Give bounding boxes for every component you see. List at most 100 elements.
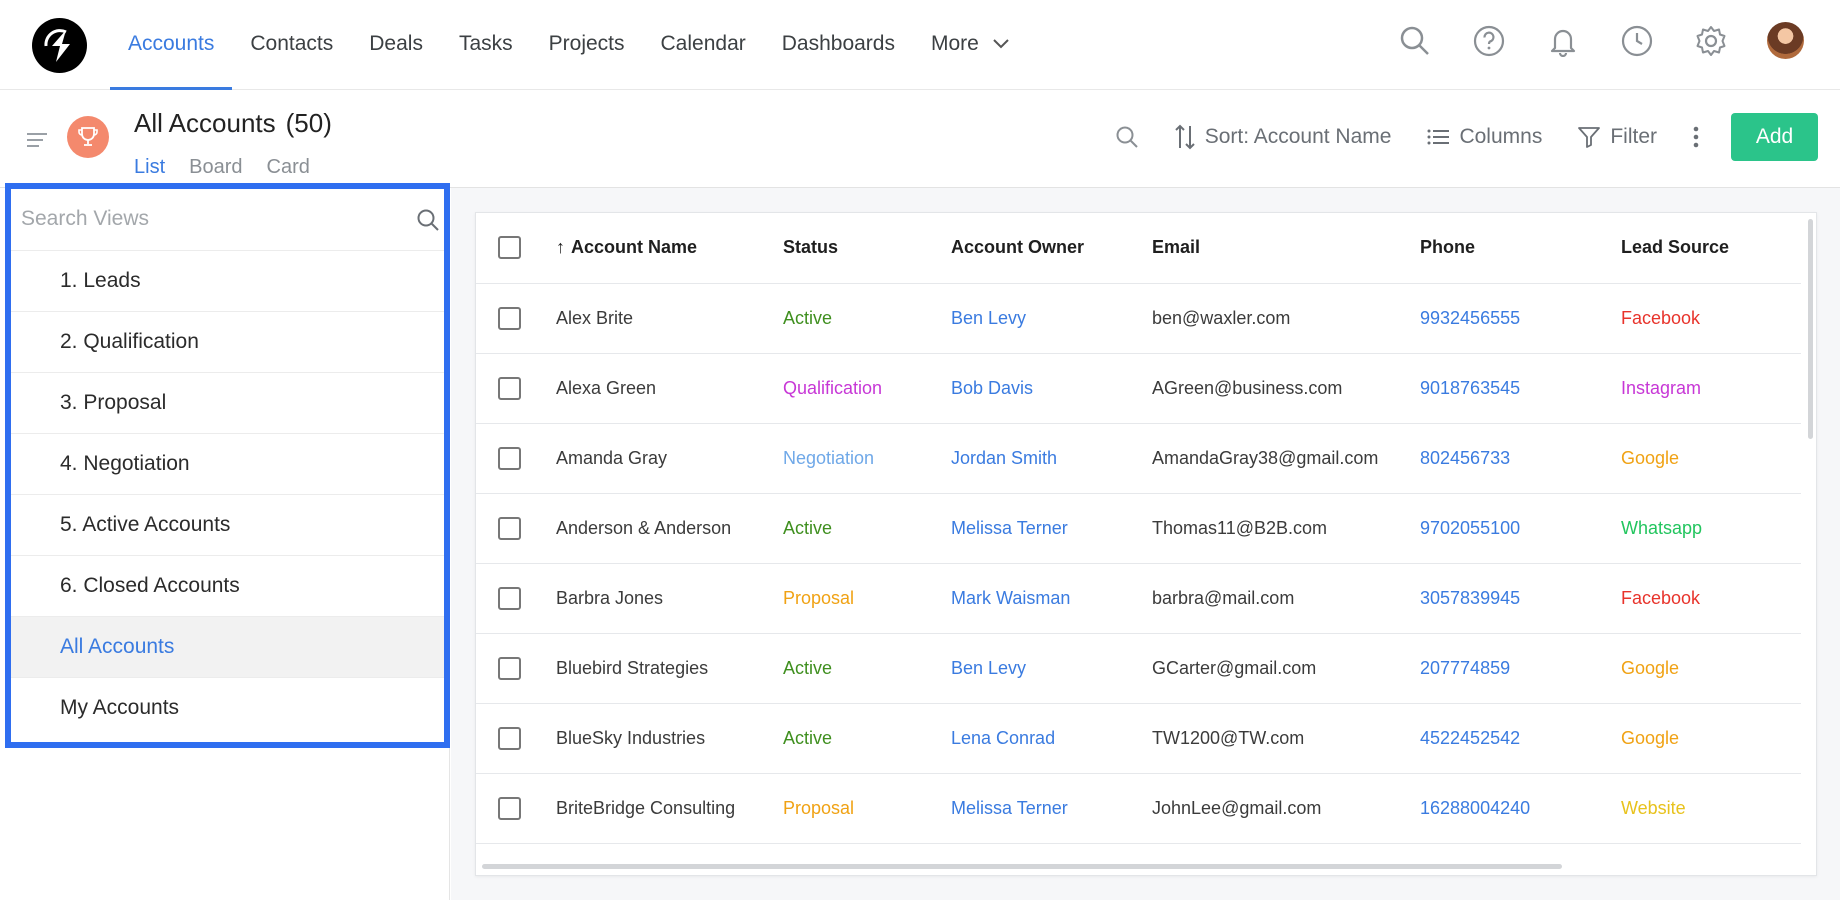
nav-deals[interactable]: Deals	[351, 0, 441, 90]
account-name-cell[interactable]: Bluebird Strategies	[556, 633, 783, 704]
account-owner-link[interactable]: Lena Conrad	[951, 703, 1152, 774]
phone-link[interactable]: 16288004240	[1420, 773, 1621, 844]
tab-list[interactable]: List	[134, 156, 165, 179]
account-owner-link[interactable]: Melissa Terner	[951, 773, 1152, 844]
bell-icon[interactable]	[1545, 23, 1581, 59]
horizontal-scrollbar[interactable]	[482, 864, 1562, 869]
view-item-my-accounts[interactable]: My Accounts	[11, 678, 444, 739]
app-logo[interactable]	[32, 18, 87, 73]
account-name-cell[interactable]: Amanda Gray	[556, 423, 783, 494]
lead-source-cell: Facebook	[1621, 283, 1801, 354]
page-title: All Accounts (50)	[134, 108, 332, 139]
account-name-cell[interactable]: BlueSky Industries	[556, 703, 783, 774]
nav-tasks[interactable]: Tasks	[441, 0, 531, 90]
view-item-closed-accounts[interactable]: 6. Closed Accounts	[11, 556, 444, 617]
row-select-cell	[476, 353, 556, 424]
account-name-cell[interactable]: Alex Brite	[556, 283, 783, 354]
menu-toggle-icon[interactable]	[27, 132, 47, 153]
view-item-active-accounts[interactable]: 5. Active Accounts	[11, 495, 444, 556]
account-name-cell[interactable]: Alexa Green	[556, 353, 783, 424]
account-owner-link[interactable]: Mark Waisman	[951, 563, 1152, 634]
column-header-phone[interactable]: Phone	[1420, 213, 1621, 284]
phone-link[interactable]: 4522452542	[1420, 703, 1621, 774]
search-views-input[interactable]	[11, 189, 444, 249]
account-owner-link[interactable]: Jordan Smith	[951, 423, 1152, 494]
phone-link[interactable]: 207774859	[1420, 633, 1621, 704]
view-item-all-accounts[interactable]: All Accounts	[11, 617, 444, 678]
table-row[interactable]: Alexa Green Qualification Bob Davis AGreen@…	[476, 353, 1801, 424]
help-icon[interactable]	[1471, 23, 1507, 59]
search-icon[interactable]	[416, 208, 440, 237]
column-header-account-name[interactable]: ↑ Account Name	[556, 213, 783, 284]
columns-button[interactable]: Columns	[1427, 125, 1542, 149]
account-name-cell[interactable]: Anderson & Anderson	[556, 493, 783, 564]
nav-dashboards[interactable]: Dashboards	[764, 0, 913, 90]
table-row[interactable]: Anderson & Anderson Active Melissa Terner T…	[476, 493, 1801, 564]
table-row[interactable]: Barbra Jones Proposal Mark Waisman barbra@m…	[476, 563, 1801, 634]
view-item-proposal[interactable]: 3. Proposal	[11, 373, 444, 434]
sort-button[interactable]: Sort: Account Name	[1174, 124, 1391, 150]
row-checkbox[interactable]	[498, 446, 521, 470]
row-checkbox[interactable]	[498, 726, 521, 750]
avatar[interactable]	[1767, 22, 1804, 59]
view-item-leads[interactable]: 1. Leads	[11, 251, 444, 312]
account-name-cell[interactable]: Barbra Jones	[556, 563, 783, 634]
phone-link[interactable]: 9702055100	[1420, 493, 1621, 564]
toolbar-search-button[interactable]	[1115, 125, 1139, 149]
clock-icon[interactable]	[1619, 23, 1655, 59]
account-owner-link[interactable]: Ben Levy	[951, 283, 1152, 354]
row-checkbox[interactable]	[498, 586, 521, 610]
column-header-lead-source[interactable]: Lead Source	[1621, 213, 1801, 284]
view-item-negotiation[interactable]: 4. Negotiation	[11, 434, 444, 495]
row-select-cell	[476, 773, 556, 844]
trophy-icon	[67, 116, 109, 158]
account-owner-link[interactable]: Ben Levy	[951, 633, 1152, 704]
column-header-email[interactable]: Email	[1152, 213, 1420, 284]
table-row[interactable]: Alex Brite Active Ben Levy ben@waxler.com 99…	[476, 283, 1801, 354]
columns-label: Columns	[1459, 125, 1543, 148]
row-checkbox[interactable]	[498, 306, 521, 330]
table-row[interactable]: BlueSky Industries Active Lena Conrad TW120…	[476, 703, 1801, 774]
row-select-cell	[476, 283, 556, 354]
row-checkbox[interactable]	[498, 376, 521, 400]
vertical-scrollbar[interactable]	[1808, 219, 1813, 439]
phone-link[interactable]: 802456733	[1420, 423, 1621, 494]
email-cell: ben@waxler.com	[1152, 283, 1420, 354]
tab-board[interactable]: Board	[189, 156, 242, 179]
gear-icon[interactable]	[1693, 23, 1729, 59]
nav-contacts[interactable]: Contacts	[232, 0, 351, 90]
table-row[interactable]: Amanda Gray Negotiation Jordan Smith Amanda…	[476, 423, 1801, 494]
table-row[interactable]: Bluebird Strategies Active Ben Levy GCarter…	[476, 633, 1801, 704]
accounts-grid: ↑ Account Name Status Account Owner Email…	[475, 212, 1817, 876]
select-all-checkbox[interactable]	[498, 236, 521, 260]
column-header-account-owner[interactable]: Account Owner	[951, 213, 1152, 284]
add-button[interactable]: Add	[1731, 113, 1818, 161]
nav-more[interactable]: More	[913, 0, 1027, 90]
nav-projects[interactable]: Projects	[531, 0, 643, 90]
column-header-status[interactable]: Status	[783, 213, 951, 284]
filter-button[interactable]: Filter	[1578, 125, 1657, 149]
phone-link[interactable]: 9018763545	[1420, 353, 1621, 424]
view-item-qualification[interactable]: 2. Qualification	[11, 312, 444, 373]
account-name-cell[interactable]: BriteBridge Consulting	[556, 773, 783, 844]
table-body: Alex Brite Active Ben Levy ben@waxler.com 99…	[476, 283, 1801, 844]
kebab-menu-icon	[1693, 126, 1699, 148]
account-owner-link[interactable]: Bob Davis	[951, 353, 1152, 424]
more-options-button[interactable]	[1693, 126, 1699, 148]
status-cell: Proposal	[783, 563, 951, 634]
nav-accounts[interactable]: Accounts	[110, 0, 233, 90]
nav-calendar[interactable]: Calendar	[643, 0, 764, 90]
search-icon[interactable]	[1397, 23, 1433, 59]
account-owner-link[interactable]: Melissa Terner	[951, 493, 1152, 564]
tab-card[interactable]: Card	[267, 156, 310, 179]
top-navigation: Accounts Contacts Deals Tasks Projects C…	[0, 0, 1840, 90]
email-cell: barbra@mail.com	[1152, 563, 1420, 634]
phone-link[interactable]: 3057839945	[1420, 563, 1621, 634]
row-checkbox[interactable]	[498, 516, 521, 540]
table-row[interactable]: BriteBridge Consulting Proposal Melissa Te…	[476, 773, 1801, 844]
row-checkbox[interactable]	[498, 656, 521, 680]
lead-source-cell: Google	[1621, 423, 1801, 494]
phone-link[interactable]: 9932456555	[1420, 283, 1621, 354]
row-select-cell	[476, 493, 556, 564]
row-checkbox[interactable]	[498, 796, 521, 820]
